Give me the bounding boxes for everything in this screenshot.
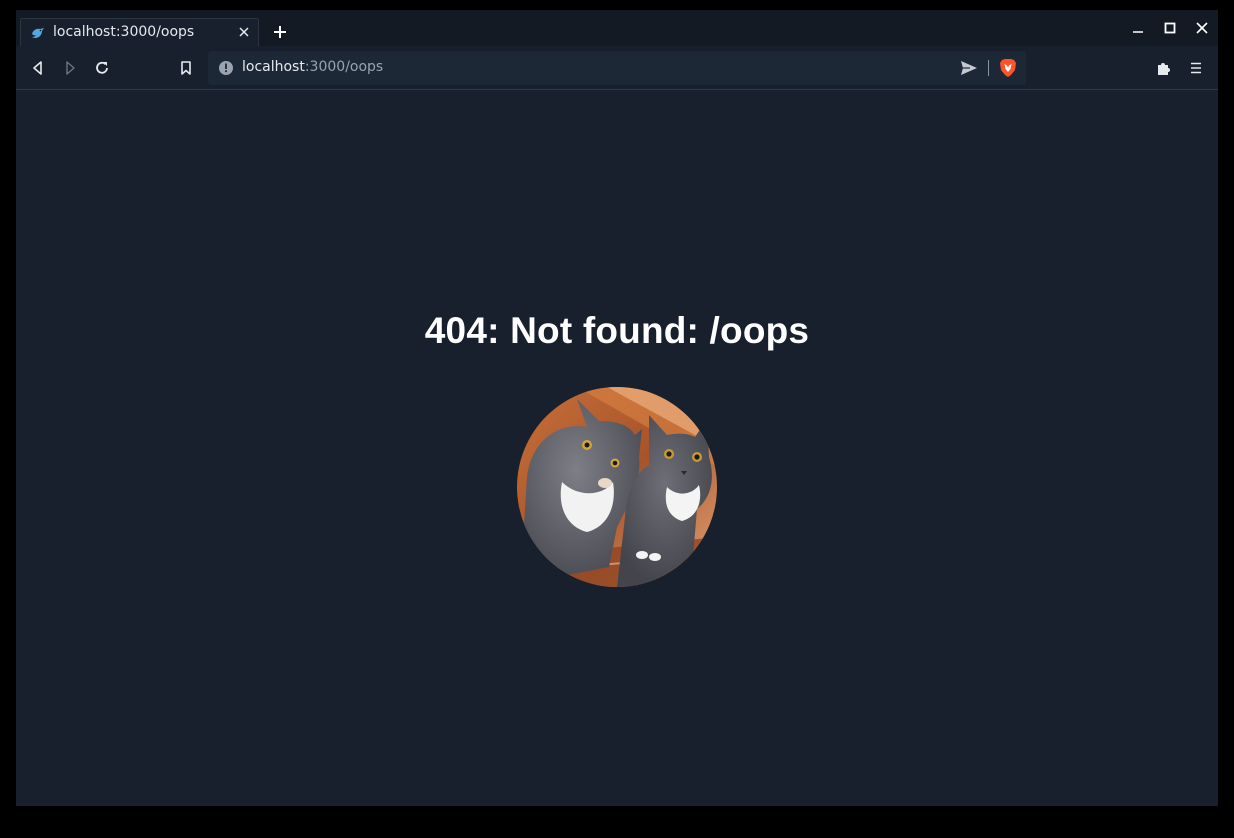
minimize-icon[interactable] — [1131, 21, 1145, 35]
page-content: 404: Not found: /oops — [16, 91, 1218, 806]
browser-window: localhost:3000/oops localhost:3000/oops … — [16, 10, 1218, 806]
url-host: localhost — [242, 59, 305, 75]
tab-title: localhost:3000/oops — [53, 24, 195, 40]
reload-icon[interactable] — [93, 59, 111, 77]
tab-active[interactable]: localhost:3000/oops — [20, 18, 259, 46]
bird-icon — [32, 28, 44, 38]
cat-photo — [517, 387, 717, 587]
close-icon[interactable] — [236, 24, 252, 40]
page-title: 404: Not found: /oops — [424, 310, 810, 351]
back-arrow-icon[interactable] — [29, 59, 47, 77]
url-text[interactable]: localhost:3000/oops — [242, 59, 383, 75]
toolbar: localhost:3000/oops — [16, 46, 1218, 90]
hamburger-menu-icon[interactable] — [1187, 59, 1205, 77]
new-tab-plus-icon[interactable] — [272, 24, 288, 40]
send-icon[interactable] — [960, 60, 978, 76]
maximize-icon[interactable] — [1163, 21, 1177, 35]
puzzle-icon[interactable] — [1155, 59, 1173, 77]
address-bar[interactable]: localhost:3000/oops — [208, 51, 1026, 85]
bookmark-icon[interactable] — [177, 59, 195, 77]
url-path: :3000/oops — [304, 59, 384, 75]
forward-arrow-icon[interactable] — [61, 59, 79, 77]
tab-strip: localhost:3000/oops — [16, 10, 1218, 46]
info-icon[interactable] — [218, 60, 234, 76]
two-gray-cats-photo — [517, 387, 717, 587]
close-icon[interactable] — [1195, 21, 1209, 35]
brave-lion-icon[interactable] — [999, 58, 1017, 78]
divider — [988, 60, 989, 76]
